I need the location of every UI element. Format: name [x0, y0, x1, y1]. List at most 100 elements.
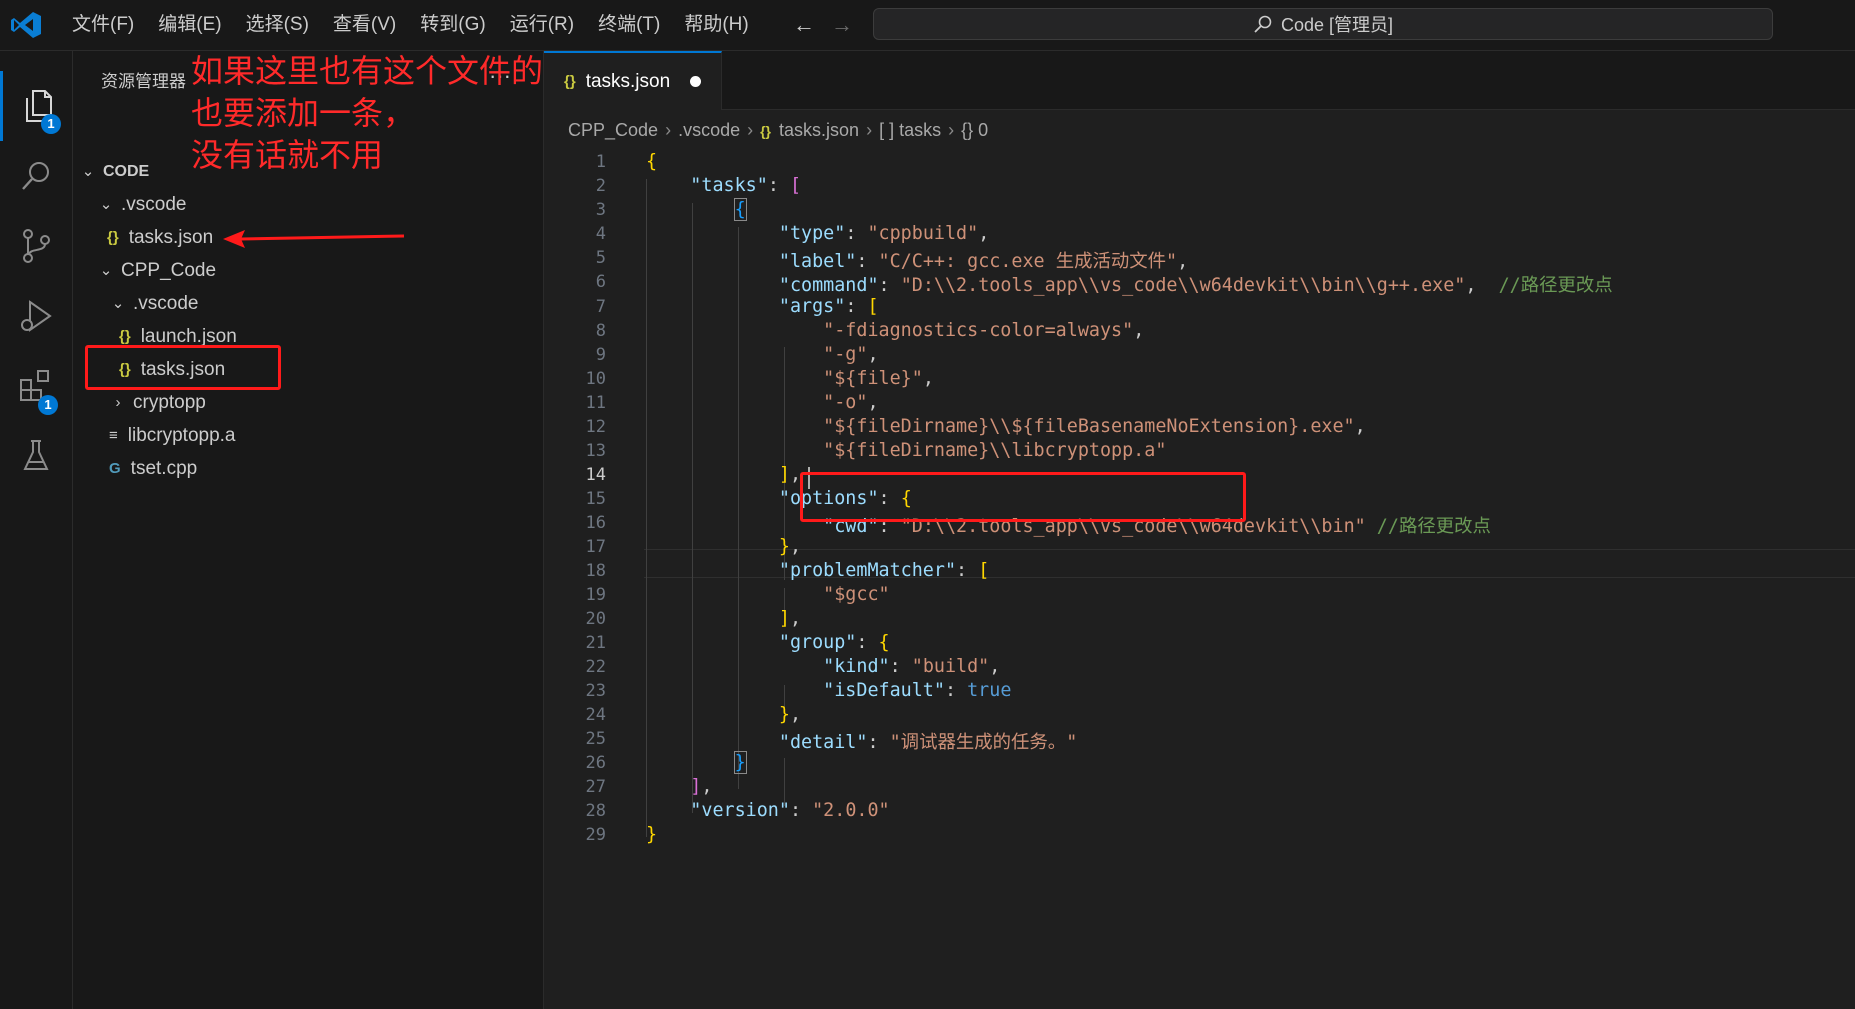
code-line: "group": { — [778, 632, 890, 653]
menu-run[interactable]: 运行(R) — [498, 0, 586, 50]
json-file-icon: {} — [107, 229, 119, 246]
indent-guide — [784, 758, 785, 806]
tree-item-vscode-nested[interactable]: ⌄ .vscode — [109, 287, 199, 320]
line-number: 29 — [585, 825, 606, 845]
code-line: } — [733, 751, 747, 774]
line-number: 27 — [585, 777, 606, 797]
search-view-icon[interactable] — [0, 141, 72, 211]
code-line: "detail": "调试器生成的任务。" — [778, 732, 1078, 753]
code-line: "label": "C/C++: gcc.exe 生成活动文件", — [778, 251, 1189, 272]
chevron-down-icon: ⌄ — [99, 262, 113, 279]
testing-icon[interactable] — [0, 421, 72, 491]
code-line: ], — [690, 776, 713, 797]
chevron-down-icon: ⌄ — [111, 295, 125, 312]
code-line: "$gcc" — [823, 584, 890, 605]
annotation-line-3: 没有话就不用 — [191, 136, 384, 174]
line-number: 9 — [595, 345, 606, 365]
source-control-icon[interactable] — [0, 211, 72, 281]
line-number: 13 — [585, 441, 606, 461]
line-number: 23 — [585, 681, 606, 701]
editor-group: {} tasks.json CPP_Code › .vscode ›{} tasks.j… — [544, 51, 1855, 1009]
code-line: { — [646, 151, 658, 172]
code-line: "-fdiagnostics-color=always", — [823, 320, 1145, 341]
breadcrumb-item[interactable]: .vscode — [678, 120, 740, 140]
code-line: "-o", — [823, 392, 879, 413]
code-line: "${fileDirname}\\${fileBasenameNoExtensi… — [823, 416, 1366, 437]
run-debug-icon[interactable] — [0, 281, 72, 351]
chevron-right-icon: › — [115, 394, 121, 411]
code-line: { — [733, 198, 747, 221]
tree-item-cryptopp[interactable]: › cryptopp — [109, 386, 206, 419]
annotation-arrow-icon — [223, 230, 405, 248]
line-number: 10 — [585, 369, 606, 389]
explorer-sidebar: 资源管理器 ··· ⌄ CODE ⌄ .vscode {} tasks.json… — [73, 51, 544, 1009]
tree-item-vscode-root[interactable]: ⌄ .vscode — [97, 188, 187, 221]
code-line: "command": "D:\\2.tools_app\\vs_code\\w6… — [778, 275, 1613, 296]
forward-arrow-icon[interactable]: → — [823, 10, 861, 40]
workspace-root[interactable]: ⌄ CODE — [79, 155, 150, 188]
menu-file[interactable]: 文件(F) — [60, 0, 146, 50]
menu-go[interactable]: 转到(G) — [408, 0, 497, 50]
line-number-active: 14 — [585, 465, 606, 485]
menu-view[interactable]: 查看(V) — [321, 0, 408, 50]
line-number: 4 — [595, 224, 606, 244]
line-number: 18 — [585, 561, 606, 581]
line-number: 6 — [595, 272, 606, 292]
tab-tasks-json[interactable]: {} tasks.json — [544, 51, 722, 110]
line-number: 21 — [585, 633, 606, 653]
tree-item-libcryptopp[interactable]: ≡ libcryptopp.a — [109, 419, 236, 452]
annotation-line-1: 如果这里也有这个文件的， — [191, 52, 576, 90]
tree-item-tset-cpp[interactable]: G tset.cpp — [109, 452, 197, 485]
json-file-icon: {} — [564, 73, 576, 90]
tab-bar: {} tasks.json — [544, 51, 1855, 110]
command-center[interactable]: Code [管理员] — [873, 8, 1773, 40]
code-line: "problemMatcher": [ — [778, 560, 990, 581]
workspace-root-label: CODE — [103, 163, 150, 180]
line-number: 8 — [595, 321, 606, 341]
menu-edit[interactable]: 编辑(E) — [146, 0, 233, 50]
tree-item-tasks-json-root[interactable]: {} tasks.json — [107, 221, 213, 254]
explorer-icon[interactable]: 1 — [0, 71, 72, 141]
line-number: 24 — [585, 705, 606, 725]
line-number: 26 — [585, 753, 606, 773]
tree-item-cpp-code[interactable]: ⌄ CPP_Code — [97, 254, 216, 287]
activity-bar: 1 1 — [0, 51, 73, 1009]
chevron-down-icon: ⌄ — [99, 196, 113, 213]
chevron-down-icon: ⌄ — [81, 163, 95, 180]
sidebar-title: 资源管理器 — [101, 72, 186, 91]
vscode-logo-icon[interactable] — [10, 11, 42, 39]
code-line: }, — [778, 536, 802, 557]
line-number: 7 — [595, 297, 606, 317]
code-line: "${file}", — [823, 368, 934, 389]
breadcrumb-item[interactable]: {} 0 — [961, 120, 988, 140]
code-line: ], — [778, 608, 802, 629]
tree-item-label: cryptopp — [133, 392, 206, 413]
unsaved-dot-icon[interactable] — [690, 76, 702, 87]
code-line: "kind": "build", — [823, 656, 1001, 677]
code-line: "version": "2.0.0" — [690, 800, 890, 821]
code-line: "${fileDirname}\\libcryptopp.a" — [823, 440, 1167, 461]
tree-item-label: tset.cpp — [130, 458, 198, 479]
line-number: 1 — [595, 152, 606, 172]
extensions-icon[interactable]: 1 — [0, 351, 72, 421]
breadcrumb-item[interactable]: CPP_Code — [568, 120, 658, 140]
line-number: 15 — [585, 489, 606, 509]
annotation-line-2: 也要添加一条， — [191, 94, 416, 132]
code-editor[interactable]: 1 2 3 4 5 6 7 8 9 10 11 12 13 14 15 16 1… — [544, 151, 1855, 1009]
back-arrow-icon[interactable]: ← — [785, 10, 823, 40]
menu-selection[interactable]: 选择(S) — [234, 0, 321, 50]
code-line: ], — [778, 464, 802, 485]
highlight-box-tasks-json — [85, 345, 281, 390]
tree-item-label: .vscode — [133, 293, 199, 314]
code-line: "isDefault": true — [823, 680, 1012, 701]
extensions-badge: 1 — [38, 395, 58, 415]
line-number: 11 — [585, 393, 606, 413]
line-number: 3 — [595, 200, 606, 220]
cpp-file-icon: G — [109, 460, 121, 477]
breadcrumb-item[interactable]: tasks.json — [779, 120, 859, 140]
breadcrumb-item[interactable]: [ ] tasks — [879, 120, 941, 140]
code-line: "args": [ — [778, 296, 879, 317]
menu-terminal[interactable]: 终端(T) — [586, 0, 672, 50]
line-number: 12 — [585, 417, 606, 437]
menu-help[interactable]: 帮助(H) — [672, 0, 760, 50]
